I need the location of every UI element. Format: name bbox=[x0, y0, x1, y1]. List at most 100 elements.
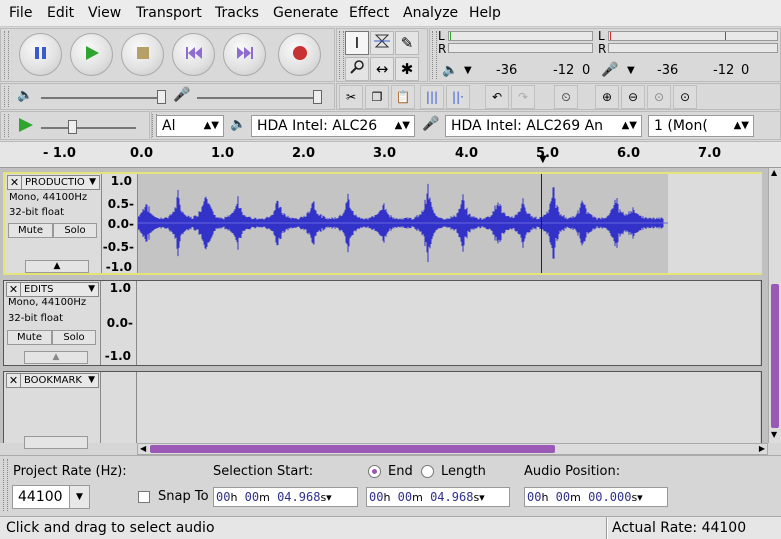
zoom-tool-button[interactable] bbox=[345, 57, 369, 81]
playback-device-select[interactable]: HDA Intel: ALC26 ▲▼ bbox=[251, 115, 415, 137]
cut-button[interactable]: ✂ bbox=[339, 85, 363, 109]
solo-button[interactable]: Solo bbox=[53, 223, 97, 238]
selection-end-time[interactable]: 00h 00m 04.968s▾ bbox=[366, 487, 510, 507]
scroll-right-icon[interactable]: ▶ bbox=[759, 444, 765, 453]
track-name-button[interactable]: EDITS bbox=[24, 283, 53, 296]
project-rate-select[interactable]: 44100 ▼ bbox=[12, 485, 90, 509]
menu-tracks[interactable]: Tracks bbox=[215, 5, 259, 21]
end-radio[interactable] bbox=[368, 465, 381, 478]
fit-project-button[interactable]: ⊙ bbox=[673, 85, 697, 109]
play-at-speed-icon[interactable] bbox=[17, 115, 35, 139]
chevron-down-icon[interactable]: ▼ bbox=[88, 374, 95, 387]
record-button[interactable] bbox=[278, 33, 321, 76]
menu-transport[interactable]: Transport bbox=[136, 5, 202, 21]
select-tool-button[interactable]: I bbox=[345, 31, 369, 55]
snap-to-checkbox[interactable] bbox=[138, 491, 150, 503]
record-meter-right[interactable] bbox=[448, 43, 593, 53]
track-name-button[interactable]: PRODUCTIO bbox=[25, 176, 85, 189]
length-radio[interactable] bbox=[421, 465, 434, 478]
slider-thumb[interactable] bbox=[157, 90, 166, 104]
chevron-down-icon[interactable]: ▼ bbox=[88, 283, 95, 296]
record-volume-slider[interactable] bbox=[197, 97, 319, 99]
redo-button[interactable]: ↷ bbox=[511, 85, 535, 109]
toolbar-grip[interactable] bbox=[4, 31, 9, 79]
close-icon[interactable]: ✕ bbox=[8, 176, 22, 189]
copy-button[interactable]: ❐ bbox=[365, 85, 389, 109]
menu-edit[interactable]: Edit bbox=[47, 5, 74, 21]
label-area[interactable] bbox=[137, 372, 760, 444]
menu-effect[interactable]: Effect bbox=[349, 5, 389, 21]
toolbar-grip[interactable] bbox=[4, 86, 9, 107]
selection-start-time[interactable]: 00h 00m 04.968s▾ bbox=[213, 487, 358, 507]
scrollbar-thumb[interactable] bbox=[150, 445, 555, 453]
audio-track-edits[interactable]: ✕ EDITS ▼ Mono, 44100Hz 32-bit float Mut… bbox=[3, 280, 762, 366]
fit-selection-button[interactable]: ⊙ bbox=[647, 85, 671, 109]
toolbar-grip[interactable] bbox=[4, 114, 9, 137]
horizontal-scrollbar[interactable]: ◀ ▶ bbox=[137, 443, 768, 455]
vertical-scale[interactable]: 1.0 0.0- -1.0 bbox=[101, 281, 137, 365]
scroll-left-icon[interactable]: ◀ bbox=[140, 444, 146, 453]
mute-button[interactable]: Mute bbox=[7, 330, 52, 345]
envelope-tool-button[interactable] bbox=[370, 31, 394, 55]
collapse-track-button[interactable] bbox=[24, 436, 88, 449]
channels-select[interactable]: 1 (Mon(▲▼ bbox=[648, 115, 754, 137]
slider-thumb[interactable] bbox=[68, 120, 77, 134]
vertical-scrollbar[interactable]: ▲ ▼ bbox=[768, 168, 781, 443]
toolbar-grip[interactable] bbox=[3, 459, 8, 511]
menu-help[interactable]: Help bbox=[469, 5, 501, 21]
toolbar-grip[interactable] bbox=[432, 31, 437, 79]
timeshift-tool-button[interactable]: ↔ bbox=[370, 57, 394, 81]
chevron-down-icon[interactable]: ▼ bbox=[464, 65, 472, 76]
skip-start-button[interactable] bbox=[172, 33, 215, 76]
play-head-marker[interactable]: ▼ bbox=[539, 154, 547, 165]
timeline-ruler[interactable]: - 1.0 0.0 1.0 2.0 3.0 4.0 5.0 6.0 7.0 ▼ bbox=[0, 141, 781, 168]
scroll-down-icon[interactable]: ▼ bbox=[771, 430, 777, 439]
empty-track-area[interactable] bbox=[668, 174, 761, 273]
vertical-scale[interactable]: 1.0 0.5- 0.0- -0.5- -1.0 bbox=[102, 174, 138, 274]
label-track-bookmark[interactable]: ✕ BOOKMARK ▼ bbox=[3, 371, 762, 449]
slider-thumb[interactable] bbox=[313, 90, 322, 104]
play-speed-slider[interactable] bbox=[41, 127, 136, 129]
collapse-track-button[interactable]: ▲ bbox=[25, 260, 89, 273]
track-name-button[interactable]: BOOKMARK bbox=[24, 374, 82, 387]
empty-track-area[interactable] bbox=[137, 281, 760, 365]
chevron-down-icon[interactable]: ▼ bbox=[627, 65, 635, 76]
multi-tool-button[interactable]: ✱ bbox=[395, 57, 419, 81]
collapse-track-button[interactable]: ▲ bbox=[24, 351, 88, 364]
solo-button[interactable]: Solo bbox=[52, 330, 96, 345]
playback-meter-right[interactable] bbox=[608, 43, 778, 53]
waveform-clip[interactable] bbox=[137, 174, 668, 273]
play-button[interactable] bbox=[70, 33, 113, 76]
menu-analyze[interactable]: Analyze bbox=[403, 5, 458, 21]
playback-volume-slider[interactable] bbox=[41, 97, 163, 99]
pause-button[interactable] bbox=[19, 33, 62, 76]
close-icon[interactable]: ✕ bbox=[7, 374, 21, 387]
playback-meter-left[interactable] bbox=[608, 31, 778, 41]
silence-button[interactable]: ||· bbox=[446, 85, 470, 109]
toolbar-grip[interactable] bbox=[339, 31, 344, 79]
scroll-up-icon[interactable]: ▲ bbox=[771, 168, 777, 177]
audio-host-select[interactable]: Al ▲▼ bbox=[156, 115, 224, 137]
meter-tick: -36 bbox=[496, 63, 518, 78]
chevron-down-icon[interactable]: ▼ bbox=[89, 176, 96, 189]
menu-file[interactable]: File bbox=[9, 5, 32, 21]
paste-button[interactable]: 📋 bbox=[391, 85, 415, 109]
draw-tool-button[interactable]: ✎ bbox=[395, 31, 419, 55]
sync-lock-button[interactable]: ⏲ bbox=[554, 85, 578, 109]
mute-button[interactable]: Mute bbox=[8, 223, 53, 238]
length-label: Length bbox=[441, 464, 486, 479]
scrollbar-thumb[interactable] bbox=[771, 284, 779, 428]
record-meter-left[interactable] bbox=[448, 31, 593, 41]
zoom-in-button[interactable]: ⊕ bbox=[595, 85, 619, 109]
recording-device-select[interactable]: HDA Intel: ALC269 An ▲▼ bbox=[445, 115, 642, 137]
audio-position-time[interactable]: 00h 00m 00.000s▾ bbox=[524, 487, 668, 507]
undo-button[interactable]: ↶ bbox=[485, 85, 509, 109]
menu-generate[interactable]: Generate bbox=[273, 5, 338, 21]
trim-button[interactable]: ||| bbox=[420, 85, 444, 109]
zoom-out-button[interactable]: ⊖ bbox=[621, 85, 645, 109]
stop-button[interactable] bbox=[121, 33, 164, 76]
close-icon[interactable]: ✕ bbox=[7, 283, 21, 296]
skip-end-button[interactable] bbox=[223, 33, 266, 76]
menu-view[interactable]: View bbox=[88, 5, 121, 21]
audio-track-production[interactable]: ✕ PRODUCTIO ▼ Mono, 44100Hz 32-bit float… bbox=[3, 172, 762, 275]
